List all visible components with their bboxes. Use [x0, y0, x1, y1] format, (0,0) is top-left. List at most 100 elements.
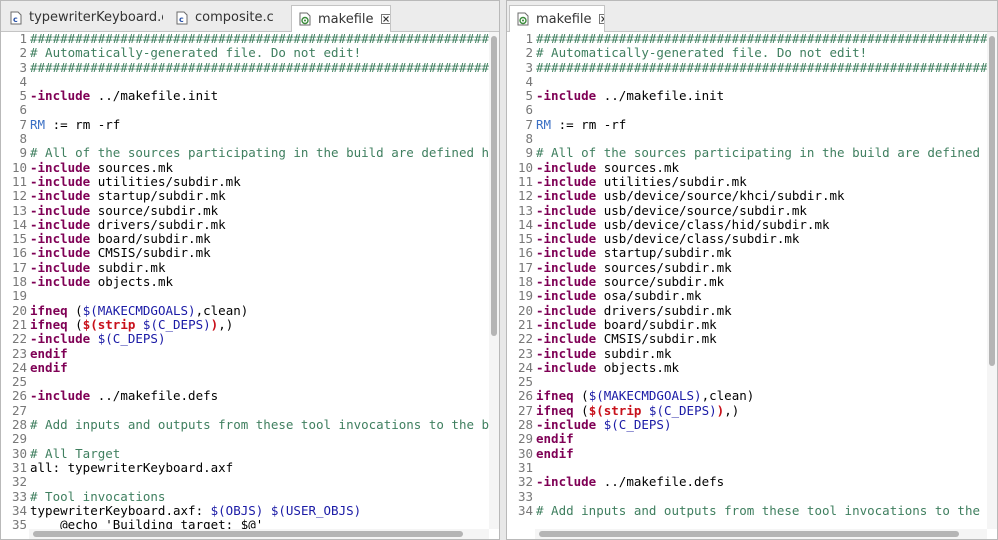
- code-line[interactable]: 8: [507, 131, 997, 146]
- code-line[interactable]: 2 # Automatically-generated file. Do not …: [507, 45, 997, 60]
- code-line[interactable]: 8: [1, 131, 499, 146]
- code-line[interactable]: 30 # All Target: [1, 446, 499, 461]
- code-token: source/subdir.mk: [90, 202, 219, 218]
- code-line[interactable]: 21 ifneq ($(strip $(C_DEPS)),): [1, 317, 499, 332]
- code-line[interactable]: 29: [1, 432, 499, 447]
- code-line[interactable]: 5 -include ../makefile.init: [507, 88, 997, 103]
- code-line[interactable]: 19 -include osa/subdir.mk: [507, 289, 997, 304]
- code-line[interactable]: 6: [507, 103, 997, 118]
- line-number: 3: [19, 59, 27, 75]
- code-line[interactable]: 7 RM := rm -rf: [1, 116, 499, 132]
- code-line[interactable]: 17 -include sources/subdir.mk: [507, 260, 997, 275]
- code-line[interactable]: 4: [507, 74, 997, 89]
- code-line[interactable]: 1 #######################################…: [1, 32, 499, 46]
- tab-typewriterkeyboard-c[interactable]: c typewriterKeyboard.c: [3, 5, 163, 30]
- code-line[interactable]: 2 # Automatically-generated file. Do not …: [1, 45, 499, 60]
- code-line[interactable]: 32: [1, 474, 499, 489]
- code-text[interactable]: 1 #######################################…: [1, 32, 499, 532]
- code-token: usb/device/source/khci/subdir.mk: [596, 188, 845, 204]
- code-line[interactable]: 5 -include ../makefile.init: [1, 88, 499, 104]
- code-line[interactable]: 14 -include usb/device/class/hid/subdir.m…: [507, 217, 997, 232]
- code-line[interactable]: 13 -include source/subdir.mk: [1, 202, 499, 218]
- code-line[interactable]: 21 -include board/subdir.mk: [507, 317, 997, 332]
- code-line[interactable]: 18 -include objects.mk: [1, 274, 499, 289]
- code-line[interactable]: 33: [507, 489, 997, 504]
- code-line[interactable]: 3 #######################################…: [1, 59, 499, 75]
- code-line[interactable]: 25: [1, 374, 499, 390]
- horizontal-scroll-thumb[interactable]: [33, 531, 463, 537]
- code-line[interactable]: 4: [1, 74, 499, 89]
- code-line[interactable]: 31 all: typewriterKeyboard.axf: [1, 460, 499, 475]
- code-token: := rm -rf: [45, 116, 121, 132]
- code-line[interactable]: 16 -include startup/subdir.mk: [507, 246, 997, 261]
- close-icon[interactable]: [380, 13, 392, 25]
- code-line[interactable]: 28 -include $(C_DEPS): [507, 417, 997, 432]
- code-line[interactable]: 11 -include utilities/subdir.mk: [507, 174, 997, 189]
- code-token: -include: [30, 88, 91, 104]
- code-line[interactable]: 23 endif: [1, 346, 499, 361]
- code-line[interactable]: 15 -include usb/device/class/subdir.mk: [507, 231, 997, 246]
- code-token: # Tool invocations: [30, 488, 166, 504]
- code-line[interactable]: 30 endif: [507, 446, 997, 461]
- code-line[interactable]: 3 #######################################…: [507, 60, 997, 75]
- code-line[interactable]: 23 -include subdir.mk: [507, 346, 997, 361]
- line-number: 35: [11, 517, 27, 533]
- code-line[interactable]: 1 #######################################…: [507, 32, 997, 46]
- code-line[interactable]: 12 -include startup/subdir.mk: [1, 188, 499, 203]
- tab-composite-c[interactable]: c composite.c: [169, 5, 287, 30]
- vertical-scroll-thumb[interactable]: [989, 36, 995, 366]
- left-code-editor[interactable]: 1 #######################################…: [1, 32, 499, 539]
- code-token: -include: [30, 159, 91, 175]
- horizontal-scrollbar[interactable]: [535, 529, 987, 539]
- code-line[interactable]: 19: [1, 289, 499, 304]
- code-line[interactable]: 7 RM := rm -rf: [507, 117, 997, 132]
- code-token: subdir.mk: [90, 259, 166, 275]
- code-line[interactable]: 20 ifneq ($(MAKECMDGOALS),clean): [1, 302, 499, 318]
- code-line[interactable]: 27 ifneq ($(strip $(C_DEPS)),): [507, 402, 997, 418]
- code-line[interactable]: 34 # Add inputs and outputs from these to…: [507, 503, 997, 518]
- line-text: [533, 131, 536, 146]
- code-line[interactable]: 17 -include subdir.mk: [1, 259, 499, 275]
- horizontal-scroll-thumb[interactable]: [539, 531, 959, 537]
- code-line[interactable]: 16 -include CMSIS/subdir.mk: [1, 246, 499, 261]
- code-line[interactable]: 27: [1, 403, 499, 418]
- code-line[interactable]: 32 -include ../makefile.defs: [507, 474, 997, 489]
- code-line[interactable]: 12 -include usb/device/source/khci/subdir…: [507, 188, 997, 204]
- code-token: drivers/subdir.mk: [90, 216, 226, 232]
- code-line[interactable]: 29 endif: [507, 432, 997, 447]
- code-line[interactable]: 22 -include $(C_DEPS): [1, 331, 499, 346]
- close-icon[interactable]: [598, 13, 606, 25]
- code-line[interactable]: 15 -include board/subdir.mk: [1, 231, 499, 246]
- code-line[interactable]: 20 -include drivers/subdir.mk: [507, 303, 997, 318]
- code-line[interactable]: 13 -include usb/device/source/subdir.mk: [507, 203, 997, 218]
- code-line[interactable]: 34 typewriterKeyboard.axf: $(OBJS) $(USER…: [1, 503, 499, 518]
- line-number: 25: [11, 374, 27, 390]
- code-line[interactable]: 10 -include sources.mk: [1, 159, 499, 175]
- code-line[interactable]: 11 -include utilities/subdir.mk: [1, 174, 499, 189]
- code-line[interactable]: 24 -include objects.mk: [507, 360, 997, 375]
- code-line[interactable]: 28 # Add inputs and outputs from these to…: [1, 417, 499, 432]
- code-line[interactable]: 24 endif: [1, 360, 499, 375]
- vertical-scrollbar[interactable]: [987, 32, 997, 529]
- horizontal-scrollbar[interactable]: [29, 529, 489, 539]
- code-line[interactable]: 33 # Tool invocations: [1, 488, 499, 504]
- code-line[interactable]: 31: [507, 460, 997, 475]
- code-line[interactable]: 25: [507, 374, 997, 389]
- vertical-scroll-thumb[interactable]: [491, 36, 497, 336]
- tab-makefile-left[interactable]: makefile: [291, 5, 391, 32]
- code-token: ifneq: [30, 302, 68, 318]
- vertical-scrollbar[interactable]: [489, 32, 499, 529]
- right-code-editor[interactable]: 1 #######################################…: [507, 32, 997, 539]
- code-line[interactable]: 14 -include drivers/subdir.mk: [1, 216, 499, 232]
- code-line[interactable]: 9 # All of the sources participating in t…: [507, 146, 997, 161]
- code-line[interactable]: 10 -include sources.mk: [507, 160, 997, 175]
- code-line[interactable]: 26 ifneq ($(MAKECMDGOALS),clean): [507, 389, 997, 404]
- code-token: $(C_DEPS): [648, 402, 717, 418]
- code-line[interactable]: 22 -include CMSIS/subdir.mk: [507, 331, 997, 346]
- code-text[interactable]: 1 #######################################…: [507, 32, 997, 518]
- code-line[interactable]: 9 # All of the sources participating in t…: [1, 146, 499, 161]
- code-line[interactable]: 26 -include ../makefile.defs: [1, 389, 499, 404]
- code-line[interactable]: 6: [1, 103, 499, 118]
- tab-makefile-right[interactable]: makefile: [509, 5, 605, 32]
- code-line[interactable]: 18 -include source/subdir.mk: [507, 274, 997, 289]
